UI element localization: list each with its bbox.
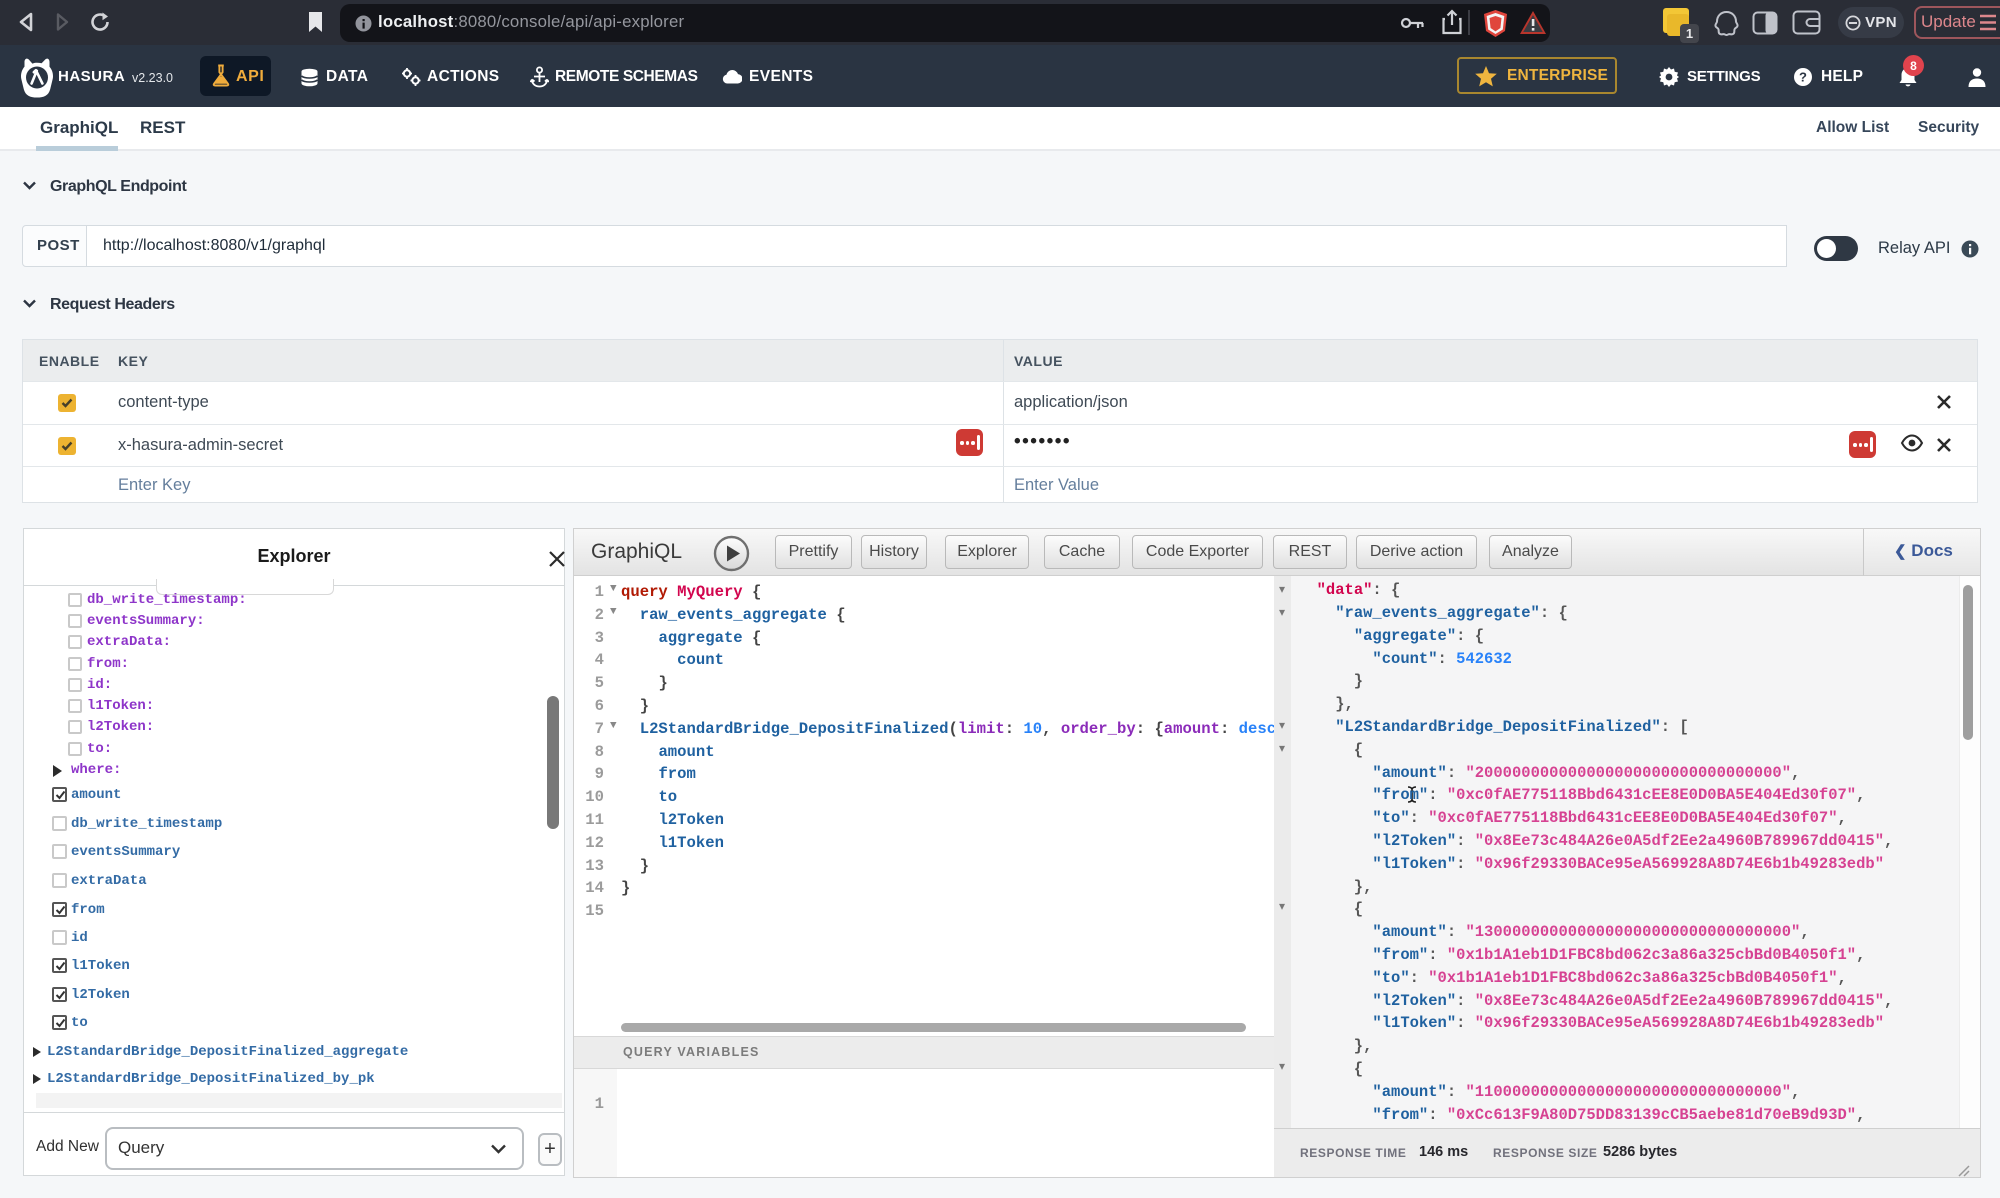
svg-text:?: ?: [1799, 70, 1807, 85]
